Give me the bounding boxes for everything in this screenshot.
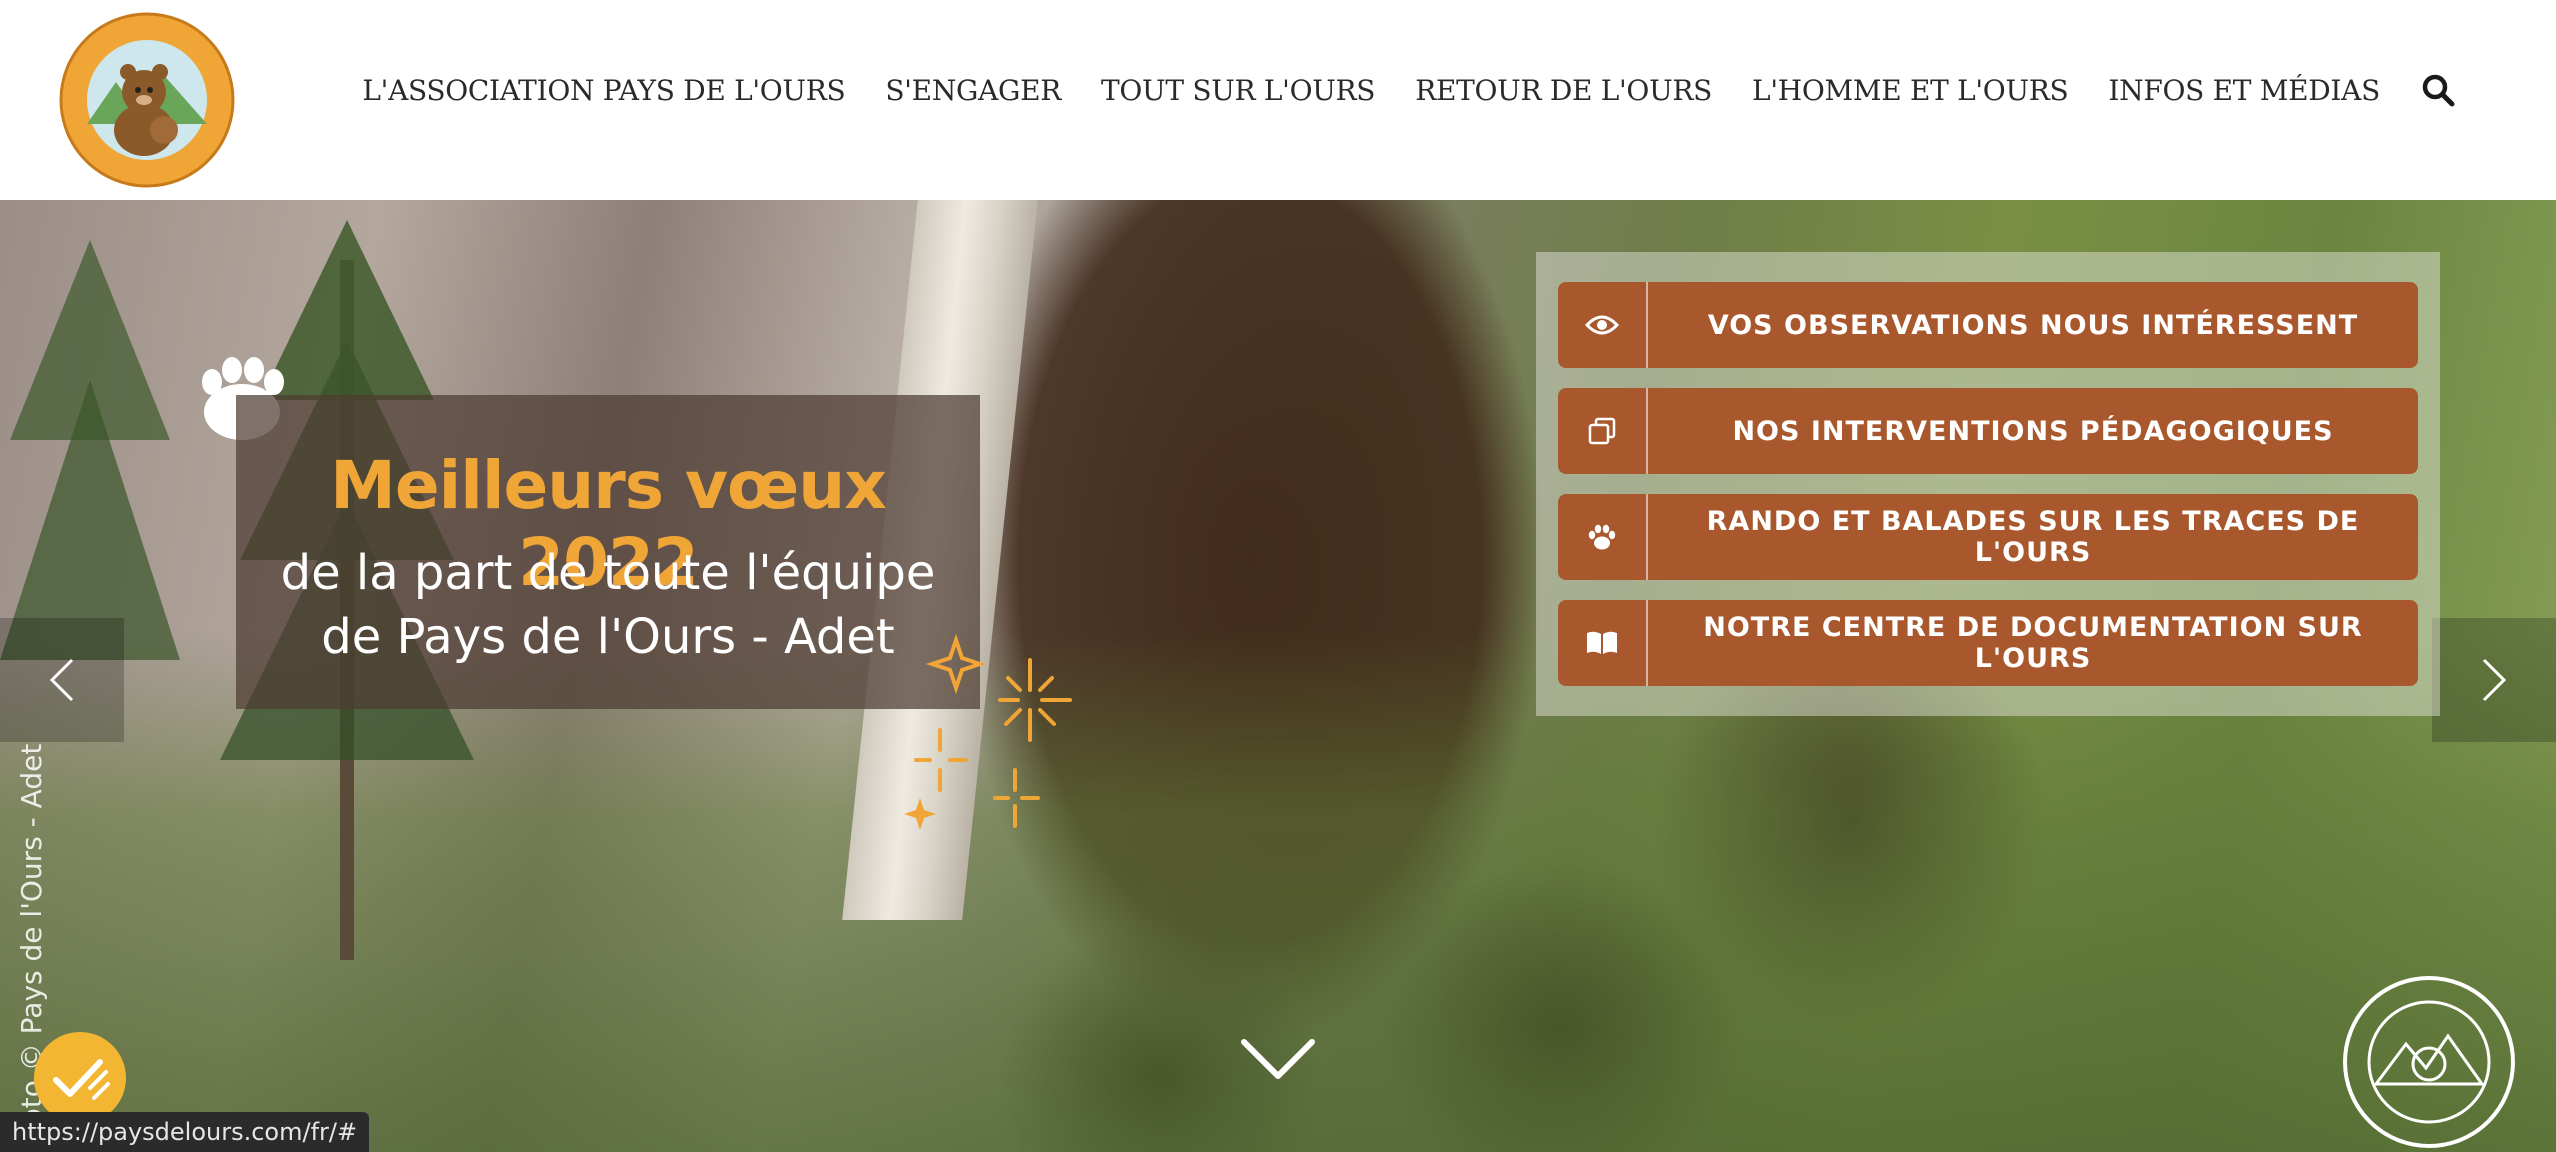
nav-infos-et-medias[interactable]: INFOS ET MÉDIAS <box>2108 74 2380 107</box>
eye-icon <box>1585 315 1619 335</box>
scroll-down-icon[interactable] <box>1240 1036 1316 1084</box>
nav-tout-sur-lours[interactable]: TOUT SUR L'OURS <box>1101 74 1375 107</box>
quick-links-panel: VOS OBSERVATIONS NOUS INTÉRESSENT NOS IN… <box>1536 252 2440 716</box>
book-icon <box>1587 631 1617 654</box>
quicklink-rando-button[interactable]: RANDO ET BALADES SUR LES TRACES DE L'OUR… <box>1558 494 2418 580</box>
copy-icon <box>1588 417 1616 445</box>
greeting-line-1: de la part de toute l'équipe <box>280 545 936 601</box>
accessibility-button[interactable] <box>34 1032 126 1124</box>
quicklink-observations-button[interactable]: VOS OBSERVATIONS NOUS INTÉRESSENT <box>1558 282 2418 368</box>
nav-lhomme-et-lours[interactable]: L'HOMME ET L'OURS <box>1752 74 2069 107</box>
nav-association[interactable]: L'ASSOCIATION PAYS DE L'OURS <box>362 74 845 107</box>
site-logo[interactable] <box>56 12 238 188</box>
accessibility-check-icon <box>53 1059 110 1100</box>
nav-retour-de-lours[interactable]: RETOUR DE L'OURS <box>1415 74 1712 107</box>
search-icon[interactable] <box>2420 72 2456 108</box>
main-nav: L'ASSOCIATION PAYS DE L'OURS S'ENGAGER T… <box>362 72 2456 108</box>
hero-slider: Meilleurs vœux 2022 de la part de toute … <box>0 200 2556 1152</box>
quicklink-label: RANDO ET BALADES SUR LES TRACES DE L'OUR… <box>1706 506 2360 568</box>
greeting-line-2: de Pays de l'Ours - Adet <box>321 609 895 665</box>
site-header: L'ASSOCIATION PAYS DE L'OURS S'ENGAGER T… <box>0 0 2556 200</box>
chevron-left-icon <box>49 658 74 702</box>
slider-next-button[interactable] <box>2432 618 2556 742</box>
chevron-right-icon <box>2482 658 2507 702</box>
paw-icon <box>1588 524 1616 550</box>
association-badge-logo <box>2343 976 2515 1148</box>
quicklink-documentation-button[interactable]: NOTRE CENTRE DE DOCUMENTATION SUR L'OURS <box>1558 600 2418 686</box>
new-year-greeting: Meilleurs vœux 2022 de la part de toute … <box>236 395 980 709</box>
quicklink-label: VOS OBSERVATIONS NOUS INTÉRESSENT <box>1707 309 2359 341</box>
fireworks-icon <box>904 633 1072 830</box>
slider-prev-button[interactable] <box>0 618 124 742</box>
status-bar-url: https://paysdelours.com/fr/# <box>0 1112 370 1152</box>
quicklink-label: NOS INTERVENTIONS PÉDAGOGIQUES <box>1732 415 2334 447</box>
nav-sengager[interactable]: S'ENGAGER <box>885 74 1061 107</box>
quicklink-label: NOTRE CENTRE DE DOCUMENTATION SUR L'OURS <box>1703 612 2363 674</box>
quicklink-interventions-button[interactable]: NOS INTERVENTIONS PÉDAGOGIQUES <box>1558 388 2418 474</box>
